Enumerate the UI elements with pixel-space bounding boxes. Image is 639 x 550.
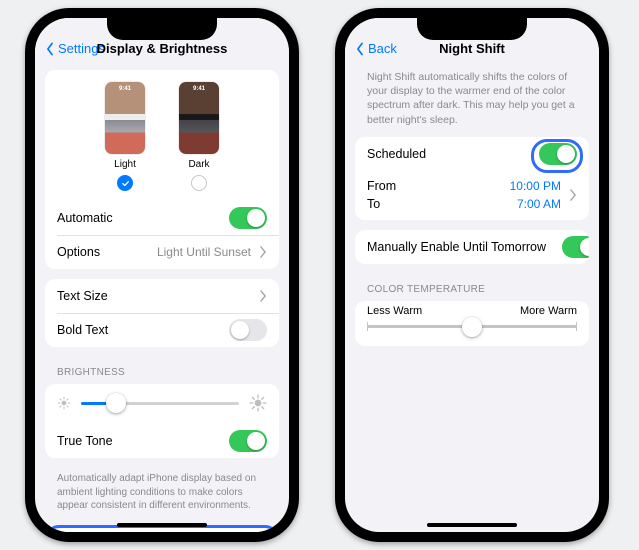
back-label: Back	[368, 41, 397, 56]
to-value: 7:00 AM	[517, 195, 561, 214]
row-text-size[interactable]: Text Size	[45, 279, 279, 313]
automatic-toggle[interactable]	[229, 207, 267, 229]
scheduled-toggle[interactable]	[539, 143, 577, 165]
true-tone-toggle[interactable]	[229, 430, 267, 452]
row-night-shift[interactable]: Night Shift 10:00 PM to 7:00 AM	[48, 528, 276, 533]
intro-text: Night Shift automatically shifts the col…	[355, 60, 589, 127]
chevron-right-icon	[259, 290, 267, 302]
appearance-thumbnail-dark: 9:41	[179, 82, 219, 154]
phone-night-shift: Back Night Shift Night Shift automatical…	[335, 8, 609, 542]
from-label: From	[367, 177, 396, 196]
appearance-group: 9:41 Light 9:41 Dark Au	[45, 70, 279, 269]
notch	[107, 18, 217, 40]
appearance-option-dark[interactable]: 9:41 Dark	[179, 82, 219, 191]
slider-knob[interactable]	[106, 393, 126, 413]
options-label: Options	[57, 245, 100, 259]
color-temp-group: Less Warm More Warm	[355, 301, 589, 346]
row-true-tone: True Tone	[45, 424, 279, 458]
less-warm-label: Less Warm	[367, 305, 422, 317]
chevron-left-icon	[353, 42, 367, 56]
text-size-label: Text Size	[57, 289, 108, 303]
row-scheduled: Scheduled	[355, 137, 589, 171]
manual-label: Manually Enable Until Tomorrow	[367, 240, 546, 254]
text-group: Text Size Bold Text	[45, 279, 279, 347]
chevron-right-icon	[569, 189, 577, 201]
bold-text-label: Bold Text	[57, 323, 108, 337]
appearance-option-light[interactable]: 9:41 Light	[105, 82, 145, 191]
brightness-header: BRIGHTNESS	[45, 357, 279, 382]
appearance-label-light: Light	[114, 159, 136, 170]
home-indicator[interactable]	[117, 523, 207, 527]
bold-text-toggle[interactable]	[229, 319, 267, 341]
options-value: Light Until Sunset	[157, 245, 251, 259]
automatic-label: Automatic	[57, 211, 113, 225]
back-button[interactable]: Back	[353, 41, 397, 56]
row-options[interactable]: Options Light Until Sunset	[45, 235, 279, 269]
appearance-thumbnail-light: 9:41	[105, 82, 145, 154]
row-schedule-times[interactable]: From 10:00 PM To 7:00 AM	[355, 171, 589, 221]
color-temp-slider[interactable]	[367, 325, 577, 328]
true-tone-label: True Tone	[57, 434, 113, 448]
back-button[interactable]: Settings	[43, 41, 105, 56]
manual-toggle[interactable]	[562, 236, 589, 258]
scheduled-label: Scheduled	[367, 147, 426, 161]
schedule-group: Scheduled From 10:00 PM To	[355, 137, 589, 221]
true-tone-footnote: Automatically adapt iPhone display based…	[45, 468, 279, 513]
from-value: 10:00 PM	[510, 177, 561, 196]
sun-min-icon	[57, 396, 71, 410]
home-indicator[interactable]	[427, 523, 517, 527]
appearance-label-dark: Dark	[188, 159, 209, 170]
phone-display-brightness: Settings Display & Brightness 9:41 Light	[25, 8, 299, 542]
row-brightness-slider	[45, 384, 279, 424]
brightness-slider[interactable]	[81, 402, 239, 405]
to-label: To	[367, 195, 380, 214]
chevron-right-icon	[259, 246, 267, 258]
row-bold-text: Bold Text	[45, 313, 279, 347]
radio-checked-icon	[117, 175, 133, 191]
brightness-group: True Tone	[45, 384, 279, 458]
more-warm-label: More Warm	[520, 305, 577, 317]
manual-group: Manually Enable Until Tomorrow	[355, 230, 589, 264]
row-automatic: Automatic	[45, 201, 279, 235]
back-label: Settings	[58, 41, 105, 56]
sun-max-icon	[249, 394, 267, 412]
radio-unchecked-icon	[191, 175, 207, 191]
color-temp-header: COLOR TEMPERATURE	[355, 274, 589, 299]
slider-knob[interactable]	[462, 317, 482, 337]
row-manual-enable: Manually Enable Until Tomorrow	[355, 230, 589, 264]
notch	[417, 18, 527, 40]
chevron-left-icon	[43, 42, 57, 56]
